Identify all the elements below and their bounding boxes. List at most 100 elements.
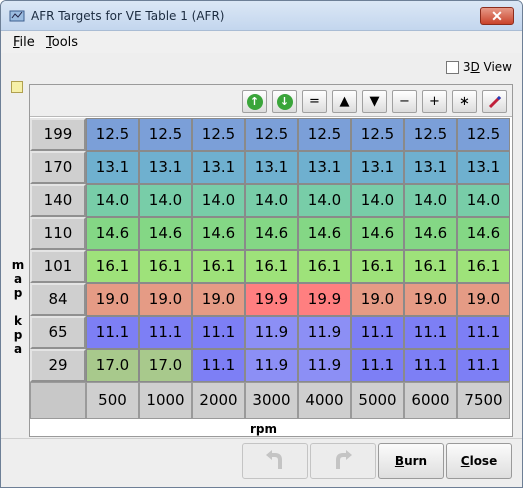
row-header-map[interactable]: 65: [30, 316, 86, 349]
burn-button[interactable]: Burn: [378, 443, 444, 479]
table-cell[interactable]: 14.6: [457, 217, 510, 250]
row-header-map[interactable]: 140: [30, 184, 86, 217]
table-cell[interactable]: 14.0: [351, 184, 404, 217]
arrow-up-button[interactable]: ▲: [332, 90, 357, 113]
set-equal-button[interactable]: =: [302, 90, 327, 113]
table-cell[interactable]: 13.1: [245, 151, 298, 184]
table-cell[interactable]: 11.9: [298, 316, 351, 349]
title-bar[interactable]: AFR Targets for VE Table 1 (AFR) ✕: [1, 1, 522, 31]
table-cell[interactable]: 19.0: [139, 283, 192, 316]
table-cell[interactable]: 14.0: [457, 184, 510, 217]
table-cell[interactable]: 13.1: [86, 151, 139, 184]
minus-button[interactable]: −: [392, 90, 417, 113]
table-cell[interactable]: 12.5: [351, 118, 404, 151]
table-cell[interactable]: 19.0: [457, 283, 510, 316]
plus-button[interactable]: +: [422, 90, 447, 113]
column-header-rpm[interactable]: 2000: [192, 382, 245, 419]
view-3d-toggle[interactable]: 3D View: [445, 60, 512, 74]
column-header-rpm[interactable]: 6000: [404, 382, 457, 419]
menu-file[interactable]: File: [13, 35, 35, 50]
table-cell[interactable]: 13.1: [139, 151, 192, 184]
table-cell[interactable]: 11.1: [192, 349, 245, 382]
table-cell[interactable]: 11.1: [351, 349, 404, 382]
increase-button[interactable]: ↑: [242, 90, 267, 113]
table-cell[interactable]: 12.5: [245, 118, 298, 151]
table-cell[interactable]: 14.6: [139, 217, 192, 250]
column-header-rpm[interactable]: 1000: [139, 382, 192, 419]
close-button[interactable]: Close: [446, 443, 512, 479]
multiply-button[interactable]: ∗: [452, 90, 477, 113]
row-header-map[interactable]: 110: [30, 217, 86, 250]
table-cell[interactable]: 16.1: [351, 250, 404, 283]
row-header-map[interactable]: 84: [30, 283, 86, 316]
table-cell[interactable]: 14.0: [139, 184, 192, 217]
table-cell[interactable]: 19.9: [245, 283, 298, 316]
arrow-down-button[interactable]: ▼: [362, 90, 387, 113]
table-cell[interactable]: 14.0: [404, 184, 457, 217]
note-icon[interactable]: [11, 81, 23, 93]
menu-tools[interactable]: Tools: [46, 35, 78, 50]
table-cell[interactable]: 12.5: [404, 118, 457, 151]
table-cell[interactable]: 17.0: [139, 349, 192, 382]
table-cell[interactable]: 14.0: [298, 184, 351, 217]
table-cell[interactable]: 11.9: [245, 349, 298, 382]
column-header-rpm[interactable]: 500: [86, 382, 139, 419]
column-header-rpm[interactable]: 5000: [351, 382, 404, 419]
table-cell[interactable]: 19.0: [351, 283, 404, 316]
table-cell[interactable]: 14.6: [404, 217, 457, 250]
table-cell[interactable]: 11.1: [457, 316, 510, 349]
table-cell[interactable]: 19.9: [298, 283, 351, 316]
table-cell[interactable]: 11.1: [139, 316, 192, 349]
column-header-rpm[interactable]: 7500: [457, 382, 510, 419]
table-cell[interactable]: 14.6: [192, 217, 245, 250]
table-cell[interactable]: 11.9: [298, 349, 351, 382]
table-cell[interactable]: 12.5: [298, 118, 351, 151]
table-cell[interactable]: 14.0: [86, 184, 139, 217]
view-3d-checkbox[interactable]: [445, 60, 459, 74]
table-cell[interactable]: 13.1: [298, 151, 351, 184]
table-cell[interactable]: 11.1: [192, 316, 245, 349]
table-cell[interactable]: 16.1: [86, 250, 139, 283]
row-header-map[interactable]: 170: [30, 151, 86, 184]
table-cell[interactable]: 13.1: [404, 151, 457, 184]
table-cell[interactable]: 14.6: [298, 217, 351, 250]
row-header-map[interactable]: 29: [30, 349, 86, 382]
table-cell[interactable]: 19.0: [86, 283, 139, 316]
table-cell[interactable]: 11.1: [351, 316, 404, 349]
column-header-rpm[interactable]: 3000: [245, 382, 298, 419]
table-cell[interactable]: 14.6: [351, 217, 404, 250]
table-cell[interactable]: 16.1: [457, 250, 510, 283]
table-cell[interactable]: 14.0: [245, 184, 298, 217]
table-cell[interactable]: 14.6: [86, 217, 139, 250]
table-cell[interactable]: 14.0: [192, 184, 245, 217]
table-cell[interactable]: 12.5: [192, 118, 245, 151]
interpolate-pen-button[interactable]: [482, 90, 507, 113]
table-cell[interactable]: 11.1: [404, 349, 457, 382]
table-cell[interactable]: 13.1: [192, 151, 245, 184]
window-close-button[interactable]: ✕: [480, 7, 514, 25]
table-cell[interactable]: 16.1: [404, 250, 457, 283]
column-header-rpm[interactable]: 4000: [298, 382, 351, 419]
table-cell[interactable]: 17.0: [86, 349, 139, 382]
redo-button[interactable]: [310, 443, 376, 479]
table-cell[interactable]: 16.1: [245, 250, 298, 283]
undo-button[interactable]: [242, 443, 308, 479]
table-cell[interactable]: 11.9: [245, 316, 298, 349]
table-cell[interactable]: 16.1: [192, 250, 245, 283]
row-header-map[interactable]: 199: [30, 118, 86, 151]
table-cell[interactable]: 13.1: [351, 151, 404, 184]
table-cell[interactable]: 16.1: [298, 250, 351, 283]
table-cell[interactable]: 16.1: [139, 250, 192, 283]
table-cell[interactable]: 19.0: [404, 283, 457, 316]
table-cell[interactable]: 11.1: [86, 316, 139, 349]
table-cell[interactable]: 12.5: [86, 118, 139, 151]
row-header-map[interactable]: 101: [30, 250, 86, 283]
table-cell[interactable]: 11.1: [404, 316, 457, 349]
decrease-button[interactable]: ↓: [272, 90, 297, 113]
table-cell[interactable]: 19.0: [192, 283, 245, 316]
table-cell[interactable]: 13.1: [457, 151, 510, 184]
table-cell[interactable]: 11.1: [457, 349, 510, 382]
table-cell[interactable]: 12.5: [139, 118, 192, 151]
table-cell[interactable]: 12.5: [457, 118, 510, 151]
table-cell[interactable]: 14.6: [245, 217, 298, 250]
